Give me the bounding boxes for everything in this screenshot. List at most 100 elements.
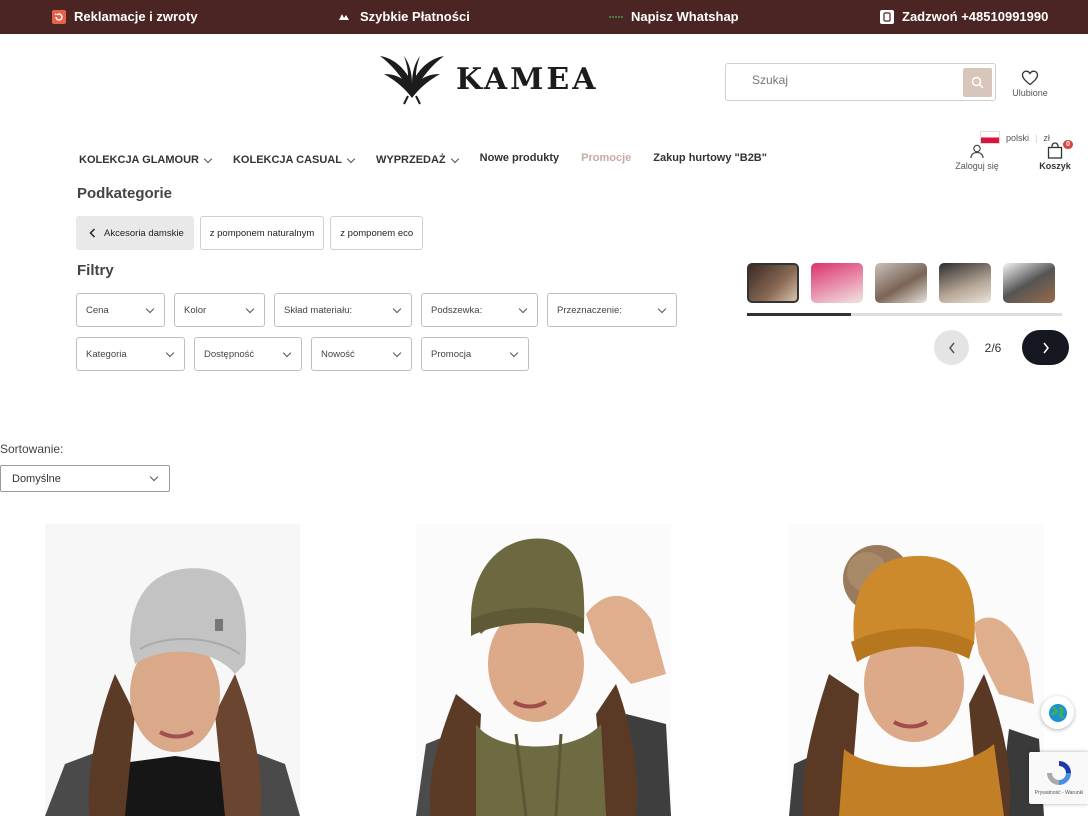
top-info-bar: Reklamacje i zwroty Szybkie Płatności Na… — [0, 0, 1088, 34]
filter-price[interactable]: Cena — [76, 293, 165, 327]
category-thumbnail-slider — [747, 263, 1062, 316]
chevron-right-icon — [1042, 342, 1049, 353]
translate-widget-button[interactable] — [1041, 696, 1074, 729]
filter-label: Podszewka: — [431, 304, 483, 316]
nav-label: WYPRZEDAŻ — [375, 154, 446, 166]
login-button[interactable]: Zaloguj się — [952, 144, 1002, 171]
logo-text: KAMEA — [456, 61, 599, 97]
slider-prev-button[interactable] — [934, 330, 969, 365]
birds-logo-icon — [380, 56, 444, 105]
subcategory-label: Akcesoria damskie — [104, 227, 184, 239]
favorites-label: Ulubione — [1012, 88, 1048, 98]
nav-item-casual[interactable]: KOLEKCJA CASUAL — [232, 154, 356, 166]
search-box — [725, 63, 996, 101]
filter-new[interactable]: Nowość — [311, 337, 412, 371]
call-link[interactable]: Zadzwoń +48510991990 — [880, 9, 1048, 24]
filter-label: Dostępność — [204, 348, 255, 360]
subcategory-back-button[interactable]: Akcesoria damskie — [76, 216, 194, 250]
search-input[interactable] — [752, 73, 952, 87]
returns-label: Reklamacje i zwroty — [74, 9, 198, 24]
product-card-olive-beanie-set[interactable] — [416, 524, 671, 816]
filter-availability[interactable]: Dostępność — [194, 337, 302, 371]
main-nav: KOLEKCJA GLAMOUR KOLEKCJA CASUAL WYPRZED… — [79, 152, 789, 166]
site-logo[interactable]: KAMEA — [378, 52, 599, 106]
nav-label: KOLEKCJA GLAMOUR — [79, 154, 199, 166]
nav-item-b2b[interactable]: Zakup hurtowy "B2B" — [653, 150, 767, 166]
filter-label: Promocja — [431, 348, 472, 360]
slider-page-indicator: 2/6 — [984, 340, 1002, 355]
chevron-down-icon — [149, 472, 159, 482]
chevron-down-icon — [245, 304, 255, 313]
recaptcha-label: Prywatność - Warunki — [1034, 790, 1084, 796]
category-thumbnail[interactable] — [875, 263, 927, 303]
category-thumbnail[interactable] — [811, 263, 863, 303]
user-icon — [970, 144, 984, 159]
chevron-down-icon — [165, 348, 175, 357]
chevron-down-icon — [282, 348, 292, 357]
product-card-grey-beanie[interactable] — [45, 524, 300, 816]
filter-label: Kategoria — [86, 348, 127, 360]
subcategory-label: z pomponem eco — [340, 227, 414, 239]
divider: | — [1035, 132, 1038, 143]
chevron-down-icon — [509, 348, 519, 357]
whatsapp-label: Napisz Whatshap — [631, 9, 739, 24]
chevron-down-icon — [450, 154, 459, 163]
filter-row-1: Cena Kolor Skład materiału: Podszewka: P… — [76, 293, 677, 327]
call-label: Zadzwoń +48510991990 — [902, 9, 1049, 24]
chevron-down-icon — [346, 154, 356, 163]
heart-icon — [1021, 70, 1039, 86]
slider-next-button[interactable] — [1022, 330, 1069, 365]
chevron-down-icon — [518, 304, 528, 313]
whatsapp-link[interactable]: Napisz Whatshap — [609, 9, 739, 24]
chevron-left-icon — [948, 342, 955, 353]
subcategory-label: z pomponem naturalnym — [209, 227, 315, 239]
product-card-mustard-pompom-set[interactable] — [789, 524, 1044, 816]
search-button[interactable] — [963, 68, 992, 97]
filter-purpose[interactable]: Przeznaczenie: — [547, 293, 677, 327]
cart-button[interactable]: 0 Koszyk — [1036, 140, 1074, 171]
filter-promotion[interactable]: Promocja — [421, 337, 529, 371]
slider-progress-fill — [747, 313, 851, 316]
subcategory-eco-pompom[interactable]: z pomponem eco — [330, 216, 424, 250]
nav-label: Nowe produkty — [479, 152, 560, 164]
chevron-down-icon — [145, 304, 155, 313]
filters-title: Filtry — [77, 262, 114, 279]
nav-item-glamour[interactable]: KOLEKCJA GLAMOUR — [79, 154, 213, 166]
category-thumbnail[interactable] — [1003, 263, 1055, 303]
globe-icon — [1048, 703, 1067, 722]
payments-link[interactable]: Szybkie Płatności — [338, 9, 470, 24]
sorting-select[interactable]: Domyślne — [0, 465, 170, 492]
product-image — [45, 524, 300, 816]
returns-icon — [52, 9, 66, 24]
login-label: Zaloguj się — [955, 161, 999, 171]
chevron-down-icon — [392, 348, 402, 357]
nav-item-new[interactable]: Nowe produkty — [480, 150, 559, 166]
bag-icon — [1047, 142, 1063, 159]
filter-material[interactable]: Skład materiału: — [274, 293, 412, 327]
filter-category[interactable]: Kategoria — [76, 337, 185, 371]
filter-row-2: Kategoria Dostępność Nowość Promocja — [76, 337, 529, 371]
nav-label: Promocje — [581, 152, 632, 164]
category-thumbnail[interactable] — [747, 263, 799, 303]
nav-item-sale[interactable]: WYPRZEDAŻ — [375, 154, 459, 166]
slider-pager: 2/6 — [934, 330, 1069, 365]
filter-label: Przeznaczenie: — [557, 304, 622, 316]
nav-item-promotions[interactable]: Promocje — [581, 150, 631, 166]
filter-lining[interactable]: Podszewka: — [421, 293, 538, 327]
subcategory-natural-pompom[interactable]: z pomponem naturalnym — [199, 216, 325, 250]
filter-color[interactable]: Kolor — [174, 293, 265, 327]
filter-label: Kolor — [184, 304, 207, 316]
recaptcha-badge[interactable]: Prywatność - Warunki — [1029, 752, 1088, 804]
cart-count-badge: 0 — [1063, 140, 1073, 149]
subcategory-list: Akcesoria damskie z pomponem naturalnym … — [76, 216, 424, 250]
subcategories-title: Podkategorie — [77, 185, 173, 202]
payments-icon — [338, 10, 352, 24]
sorting-label: Sortowanie: — [0, 442, 64, 456]
recaptcha-icon — [1047, 761, 1071, 785]
nav-label: KOLEKCJA CASUAL — [232, 154, 342, 166]
sorting-value: Domyślne — [12, 472, 61, 485]
returns-link[interactable]: Reklamacje i zwroty — [52, 9, 198, 24]
category-thumbnail[interactable] — [939, 263, 991, 303]
whatsapp-icon — [609, 10, 623, 24]
favorites-button[interactable]: Ulubione — [1006, 70, 1054, 98]
